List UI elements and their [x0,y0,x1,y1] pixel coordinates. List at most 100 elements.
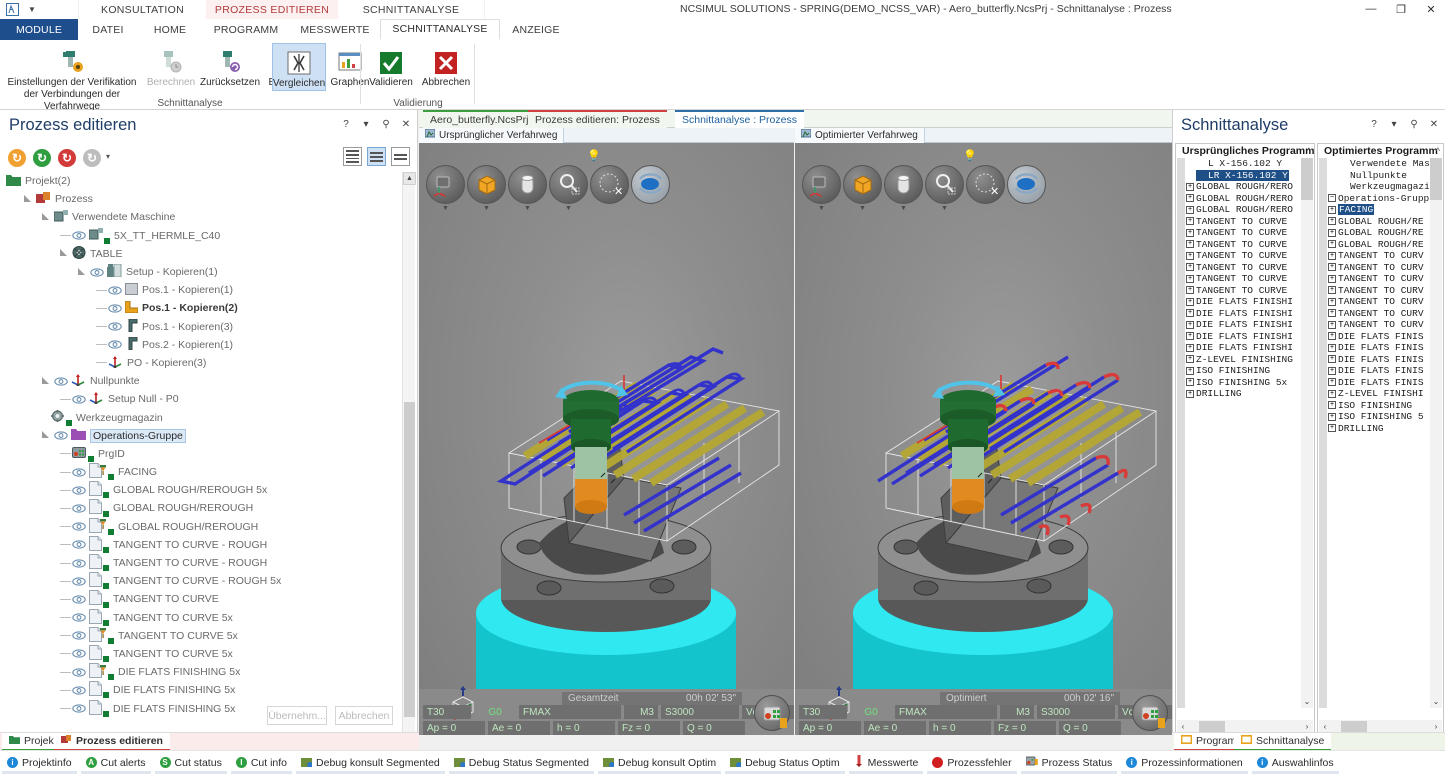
tree-expander-icon[interactable] [24,195,33,204]
deselect-icon[interactable]: ✕ [590,165,629,204]
apply-button[interactable]: Übernehm... [267,706,327,725]
scroll-down-icon[interactable]: ⌄ [1430,695,1442,708]
expand-plus-icon[interactable]: + [1186,298,1194,306]
program-row[interactable]: Verwendete Maschin [1328,158,1429,170]
ribbon-button-cancel[interactable]: Abbrechen [418,43,474,89]
viewport-canvas-optimized[interactable]: 💡 ▼ ▼ ▼ ▼ ✕ [795,143,1172,735]
tree-item[interactable]: Werkzeugmagazin [0,408,404,426]
expand-plus-icon[interactable]: + [1328,240,1336,248]
solid-box-icon[interactable]: ▼ [467,165,506,204]
expand-plus-icon[interactable]: + [1328,309,1336,317]
scroll-down-icon[interactable]: ⌄ [1301,695,1313,708]
tree-item[interactable]: TANGENT TO CURVE 5x [0,627,404,645]
panel-help-icon[interactable]: ? [1369,119,1379,130]
tree-item[interactable]: GLOBAL ROUGH/REROUGH [0,499,404,517]
visibility-eye-icon[interactable] [72,559,86,568]
expand-plus-icon[interactable]: + [1186,194,1194,202]
expand-plus-icon[interactable]: + [1186,321,1194,329]
module-tab-konsultation[interactable]: KONSULTATION [79,0,206,19]
program-row[interactable]: +DRILLING [1186,388,1300,400]
expand-plus-icon[interactable]: + [1186,332,1194,340]
zoom-icon[interactable]: ▼ [549,165,588,204]
program-row[interactable]: +DIE FLATS FINISHI [1186,308,1300,320]
program-row[interactable]: +TANGENT TO CURV [1328,308,1429,320]
chevron-down-icon[interactable]: ▼ [483,205,490,212]
light-bulb-icon[interactable]: 💡 [587,149,601,162]
column-original-program[interactable]: Ursprüngliches Programm ^ L X-156.102 Y➡… [1175,143,1315,735]
minimize-icon[interactable]: — [1363,1,1379,17]
visibility-eye-icon[interactable] [72,522,86,531]
program-row[interactable]: +DRILLING [1328,423,1429,435]
visibility-eye-icon[interactable] [108,304,122,313]
program-row[interactable]: +Z-LEVEL FINISHING [1186,354,1300,366]
ribbon-button-calculate[interactable]: Berechnen [143,43,199,89]
expand-plus-icon[interactable]: + [1186,309,1194,317]
rotate-icon[interactable] [631,165,670,204]
chevron-down-icon[interactable]: ▼ [900,205,907,212]
tree-item[interactable]: TANGENT TO CURVE 5x [0,609,404,627]
cylinder-icon[interactable]: ▼ [884,165,923,204]
visibility-eye-icon[interactable] [72,231,86,240]
expand-plus-icon[interactable]: + [1186,355,1194,363]
expand-plus-icon[interactable]: + [1328,252,1336,260]
program-row[interactable]: +DIE FLATS FINIS [1328,354,1429,366]
viewport-optimized[interactable]: Optimierter Verfahrweg [795,128,1172,735]
status-bar-item[interactable]: Debug konsult Segmented [294,757,447,769]
chevron-down-icon[interactable]: ▾ [1389,119,1399,130]
close-icon[interactable]: ✕ [1429,119,1439,130]
expand-plus-icon[interactable]: + [1186,378,1194,386]
tree-item[interactable]: PrgID [0,445,404,463]
program-row[interactable]: +TANGENT TO CURV [1328,296,1429,308]
bottom-tab-prozess-editieren[interactable]: Prozess editieren [54,733,170,751]
scrollbar-thumb[interactable] [1430,158,1442,200]
tree-item[interactable]: TABLE [0,245,404,263]
chevron-down-icon[interactable]: ▼ [859,205,866,212]
chevron-down-icon[interactable]: ▾ [361,119,371,130]
tree-item[interactable]: TANGENT TO CURVE - ROUGH 5x [0,572,404,590]
expand-plus-icon[interactable]: + [1186,229,1194,237]
expand-plus-icon[interactable]: + [1186,240,1194,248]
scroll-right-icon[interactable]: › [1302,722,1312,731]
program-row[interactable]: +TANGENT TO CURVE [1186,250,1300,262]
expand-plus-icon[interactable]: + [1328,263,1336,271]
scrollbar-thumb[interactable] [1341,721,1367,732]
chevron-down-icon[interactable]: ▼ [941,205,948,212]
viewport-tools-optimized[interactable]: ▼ ▼ ▼ ▼ ✕ [802,165,1046,204]
tree-item[interactable]: FACING [0,463,404,481]
expand-plus-icon[interactable]: + [1328,321,1336,329]
tree-item[interactable]: Verwendete Maschine [0,208,404,226]
tree-item[interactable]: Pos.1 - Kopieren(1) [0,281,404,299]
visibility-eye-icon[interactable] [108,286,122,295]
program-row[interactable]: +ISO FINISHING 5x [1186,377,1300,389]
scroll-left-icon[interactable]: ‹ [1178,722,1188,731]
expand-plus-icon[interactable]: + [1186,275,1194,283]
program-row[interactable]: +ISO FINISHING [1328,400,1429,412]
program-row[interactable]: +TANGENT TO CURV [1328,285,1429,297]
ribbon-button-reset[interactable]: Zurücksetzen [199,43,261,89]
ribbon-tab-datei[interactable]: DATEI [78,19,138,40]
status-bar-item[interactable]: iProzessinformationen [1119,757,1250,769]
tree-item[interactable]: GLOBAL ROUGH/REROUGH [0,518,404,536]
program-row[interactable]: L X-156.102 Y [1186,158,1300,170]
ribbon-tab-home[interactable]: HOME [138,19,202,40]
view-axis-icon[interactable]: ▼ [426,165,465,204]
program-row[interactable]: +GLOBAL ROUGH/RE [1328,239,1429,251]
program-row[interactable]: +TANGENT TO CURV [1328,273,1429,285]
program-row[interactable]: +TANGENT TO CURVE [1186,216,1300,228]
light-bulb-icon[interactable]: 💡 [963,149,977,162]
program-row[interactable]: +ISO FINISHING [1186,365,1300,377]
program-row[interactable]: +TANGENT TO CURVE [1186,227,1300,239]
viewport-tab-original[interactable]: Ursprünglicher Verfahrweg [419,128,564,143]
tree-item[interactable]: Pos.2 - Kopieren(1) [0,336,404,354]
expand-plus-icon[interactable]: + [1328,275,1336,283]
status-bar-item[interactable]: iProjektinfo [0,757,79,769]
tree-expander-icon[interactable] [42,431,51,440]
view-mode-large-button[interactable] [391,147,410,166]
tree-item[interactable]: Nullpunkte [0,372,404,390]
program-row[interactable]: Nullpunkte [1328,170,1429,182]
process-tree[interactable]: Projekt(2)ProzessVerwendete Maschine5X_T… [0,172,404,774]
tree-item[interactable]: Setup - Kopieren(1) [0,263,404,281]
expand-plus-icon[interactable]: + [1328,344,1336,352]
program-row[interactable]: +DIE FLATS FINIS [1328,365,1429,377]
visibility-eye-icon[interactable] [72,686,86,695]
